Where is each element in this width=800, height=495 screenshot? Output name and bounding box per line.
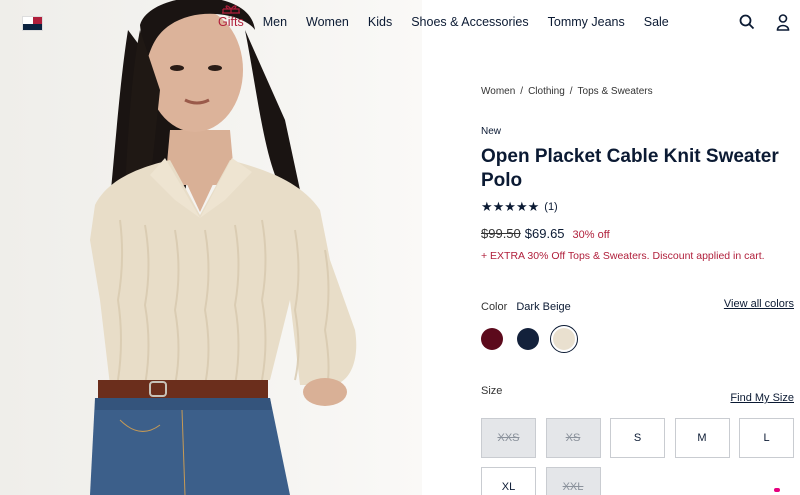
star-rating-icon: ★★★★★ [481, 199, 540, 214]
product-image[interactable] [0, 0, 422, 495]
nav-label: Gifts [218, 15, 244, 29]
breadcrumb-separator: / [569, 86, 573, 97]
size-option-m[interactable]: M [674, 418, 730, 458]
new-badge: New [481, 126, 502, 137]
promo-message: + EXTRA 30% Off Tops & Sweaters. Discoun… [481, 250, 765, 262]
breadcrumb-clothing[interactable]: Clothing [528, 86, 565, 97]
user-icon[interactable] [774, 13, 792, 31]
color-label: Color [481, 301, 508, 313]
size-label: Size [481, 385, 503, 397]
main-nav: Gifts Men Women Kids Shoes & Accessories… [218, 5, 688, 29]
size-option-s[interactable]: S [610, 418, 665, 458]
rating-count: (1) [544, 201, 558, 213]
color-swatch-burgundy[interactable] [481, 328, 503, 350]
size-options: XXS XS S M L XL XXL [481, 418, 796, 495]
size-option-xl[interactable]: XL [481, 467, 536, 495]
color-swatch-navy[interactable] [517, 328, 539, 350]
breadcrumb-women[interactable]: Women [481, 86, 515, 97]
color-swatch-dark-beige[interactable] [550, 325, 578, 353]
sale-price: $69.65 [524, 226, 565, 241]
breadcrumb-separator: / [520, 86, 524, 97]
site-header: Gifts Men Women Kids Shoes & Accessories… [0, 0, 800, 46]
header-actions [738, 13, 792, 31]
selected-color: Dark Beige [516, 301, 571, 313]
search-icon[interactable] [738, 13, 756, 31]
product-rating[interactable]: ★★★★★ (1) [481, 199, 558, 215]
price-row: $99.50 $69.65 30% off [481, 226, 610, 241]
size-option-l[interactable]: L [739, 418, 794, 458]
size-option-xxl[interactable]: XXL [545, 467, 601, 495]
nav-item-kids[interactable]: Kids [368, 15, 392, 29]
product-title: Open Placket Cable Knit Sweater Polo [481, 146, 779, 191]
nav-item-sale[interactable]: Sale [644, 15, 669, 29]
size-option-xs[interactable]: XS [545, 418, 601, 458]
nav-item-gifts[interactable]: Gifts [218, 5, 244, 29]
nav-item-women[interactable]: Women [306, 15, 349, 29]
brand-logo[interactable] [22, 16, 43, 31]
view-all-colors-link[interactable]: View all colors [724, 298, 794, 310]
color-selector-header: Color Dark Beige View all colors [481, 298, 794, 313]
original-price: $99.50 [481, 226, 521, 241]
gift-icon [222, 5, 240, 14]
size-option-xxs[interactable]: XXS [481, 418, 536, 458]
breadcrumb-tops-sweaters[interactable]: Tops & Sweaters [578, 86, 653, 97]
nav-item-men[interactable]: Men [263, 15, 287, 29]
breadcrumb: Women / Clothing / Tops & Sweaters [481, 86, 653, 97]
discount-label: 30% off [572, 229, 610, 241]
nav-item-shoes-accessories[interactable]: Shoes & Accessories [411, 15, 528, 29]
model-photo [90, 0, 357, 495]
nav-item-tommy-jeans[interactable]: Tommy Jeans [548, 15, 625, 29]
find-my-size-link[interactable]: Find My Size [730, 392, 794, 404]
feedback-badge[interactable] [774, 488, 780, 492]
color-swatches [481, 325, 578, 353]
